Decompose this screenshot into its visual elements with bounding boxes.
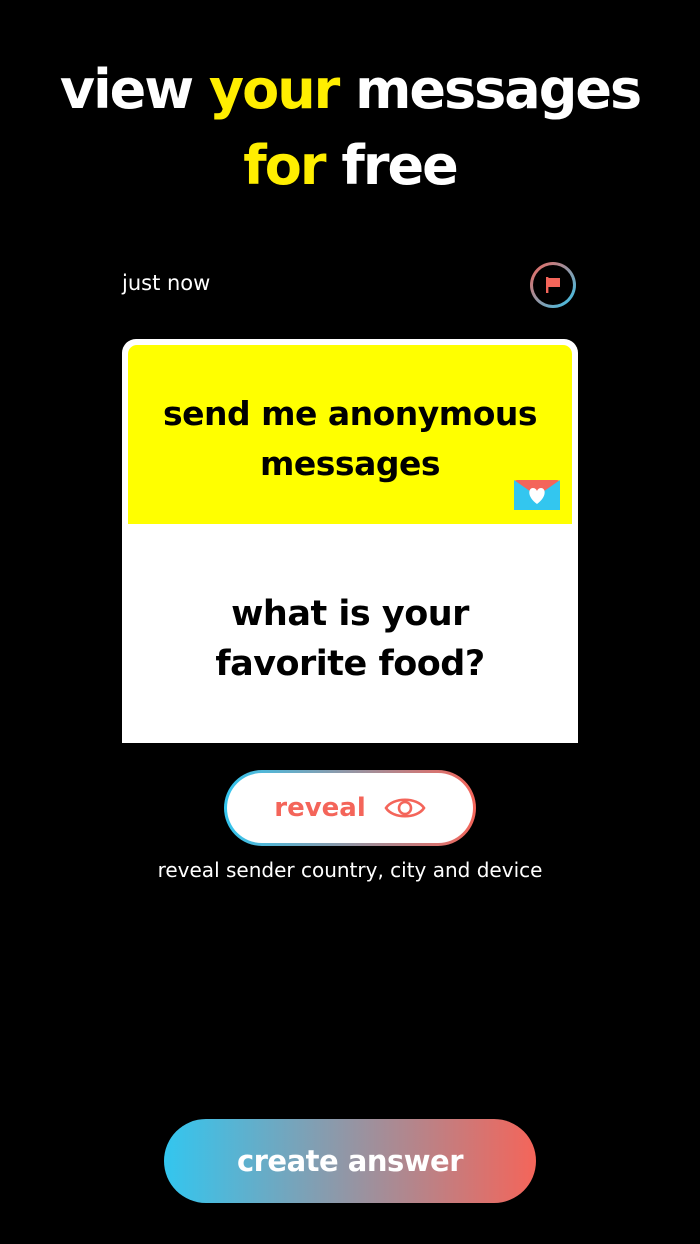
flag-icon [546,277,560,293]
message-question: what is your favorite food? [122,589,578,689]
eye-icon [384,798,426,818]
reveal-button[interactable]: reveal [224,770,476,846]
reveal-hint: reveal sender country, city and device [157,858,543,882]
message-question-line: what is your [231,594,469,634]
reveal-button-inner: reveal [227,773,473,843]
create-answer-label: create answer [236,1144,464,1178]
headline-text: messages [338,58,642,121]
message-timestamp: just now [122,271,211,295]
message-card: send me anonymous messages what is your … [122,339,578,743]
headline-text: view [59,58,209,121]
reveal-button-label: reveal [274,793,366,823]
report-button[interactable] [530,262,576,308]
heart-envelope-icon [514,480,560,510]
create-answer-button[interactable]: create answer [164,1119,536,1203]
headline-text: free [324,134,458,197]
message-question-line: favorite food? [215,644,485,684]
headline-highlight: for [243,134,326,197]
message-meta-row: just now [122,262,576,308]
headline: view your messages for free [0,52,700,204]
message-card-header: send me anonymous messages [128,345,572,524]
headline-highlight: your [208,58,340,121]
message-prompt: send me anonymous messages [162,394,538,483]
report-button-inner [533,265,573,305]
